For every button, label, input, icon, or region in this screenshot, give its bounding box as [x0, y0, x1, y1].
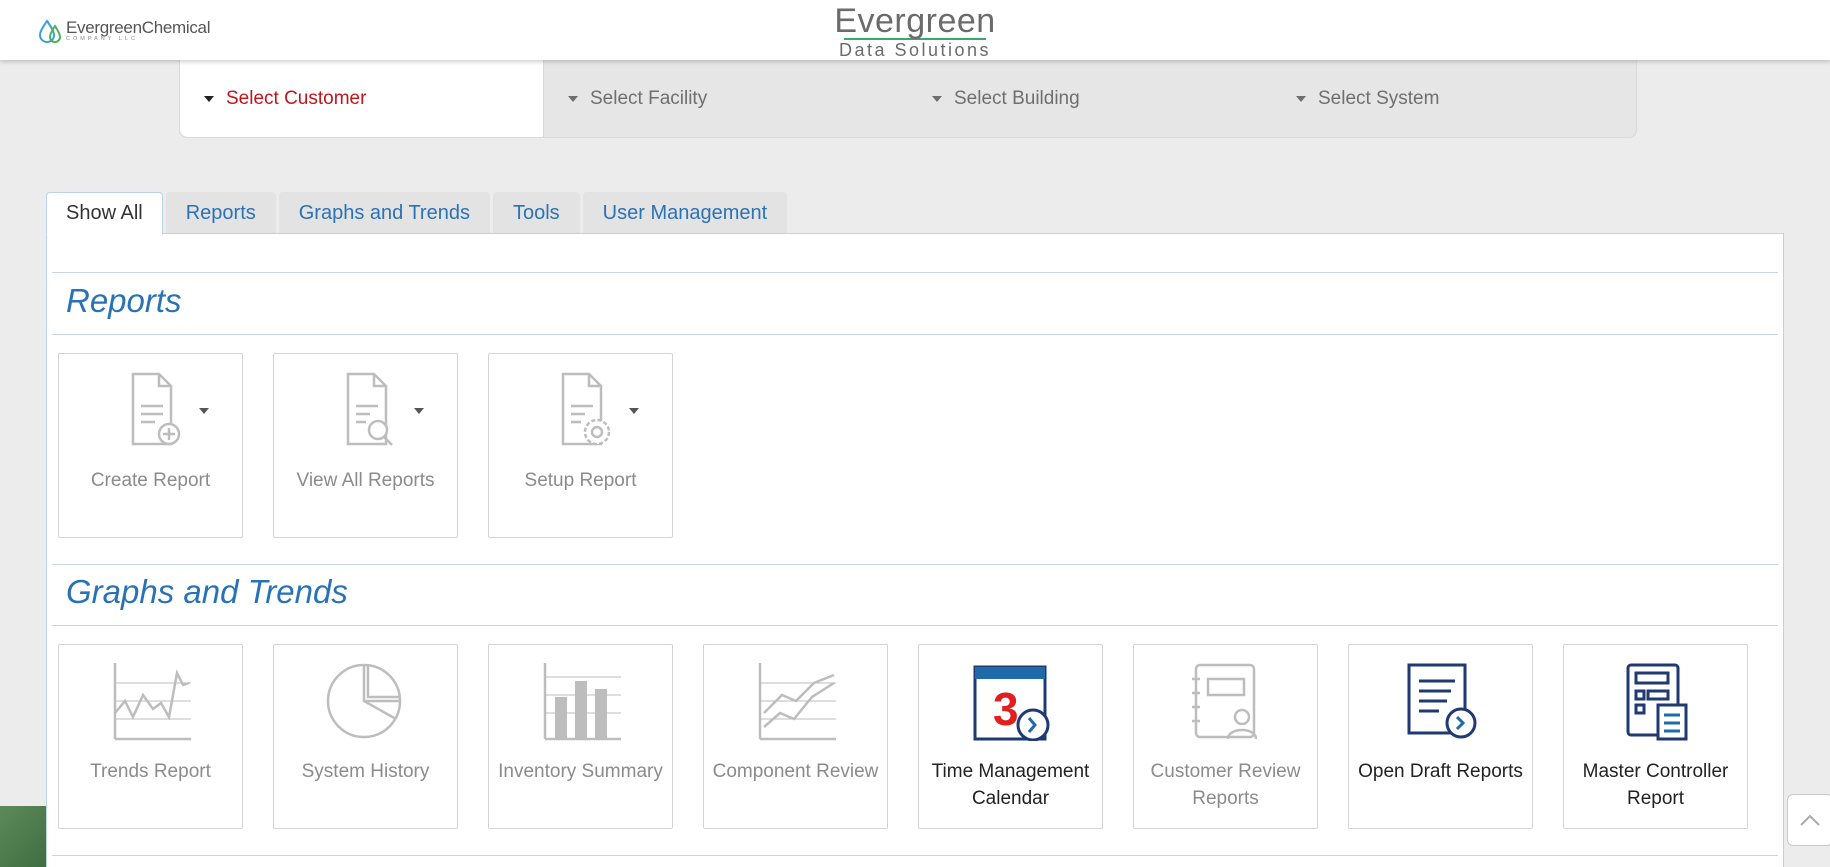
card-label: Time Management Calendar — [931, 761, 1090, 809]
card-label: View All Reports — [296, 470, 435, 491]
section-divider — [52, 334, 1778, 335]
draft-report-icon — [1407, 663, 1476, 739]
tab-graphs-and-trends[interactable]: Graphs and Trends — [278, 192, 490, 234]
evergreen-chemical-logo[interactable]: EvergreenChemical COMPANY LLC — [38, 18, 211, 44]
reports-section-title: Reports — [66, 282, 182, 319]
section-divider — [52, 855, 1778, 856]
view-reports-icon — [346, 372, 393, 446]
droplet-logo-icon — [38, 19, 62, 43]
select-building-label: Select Building — [954, 87, 1080, 109]
category-tabs: Show All Reports Graphs and Trends Tools… — [46, 192, 790, 235]
select-customer-label: Select Customer — [226, 87, 367, 109]
section-divider — [52, 272, 1778, 273]
evergreen-data-solutions-logo[interactable]: Evergreen Data Solutions — [832, 4, 998, 60]
brand-name: EvergreenChemical — [66, 18, 211, 38]
customer-review-icon — [1191, 663, 1257, 740]
card-label: Open Draft Reports — [1358, 761, 1523, 782]
setup-report-icon — [561, 372, 610, 446]
multi-line-chart-icon — [758, 663, 836, 741]
select-facility-dropdown[interactable]: Select Facility — [544, 60, 908, 137]
tab-user-management[interactable]: User Management — [582, 192, 788, 234]
calendar-icon: 3 — [973, 665, 1049, 741]
pie-chart-icon — [326, 663, 401, 739]
select-facility-label: Select Facility — [590, 87, 708, 109]
tab-reports[interactable]: Reports — [165, 192, 276, 234]
graphs-section-title: Graphs and Trends — [66, 573, 348, 610]
card-label: Component Review — [712, 761, 879, 782]
system-history-card[interactable]: System History — [273, 644, 458, 829]
time-management-calendar-card[interactable]: 3 Time Management Calendar — [918, 644, 1103, 829]
tab-content-panel: Reports Create Report View All Reports S… — [46, 233, 1784, 867]
scroll-to-top-button[interactable] — [1787, 794, 1830, 846]
top-header: EvergreenChemical COMPANY LLC Evergreen … — [0, 0, 1830, 60]
create-report-card[interactable]: Create Report — [58, 353, 243, 538]
dropdown-caret-icon[interactable] — [199, 408, 209, 414]
bar-chart-icon — [543, 663, 621, 741]
chevron-up-icon — [1800, 814, 1820, 826]
caret-down-icon — [204, 95, 214, 102]
context-selector-bar: Select Customer Select Facility Select B… — [179, 60, 1637, 138]
caret-down-icon — [932, 95, 942, 102]
card-label: Trends Report — [90, 761, 211, 782]
dropdown-caret-icon[interactable] — [414, 408, 424, 414]
section-divider — [52, 564, 1778, 565]
line-chart-icon — [113, 663, 191, 741]
select-system-dropdown[interactable]: Select System — [1272, 60, 1636, 137]
caret-down-icon — [1296, 95, 1306, 102]
brand-subtitle: COMPANY LLC — [66, 36, 138, 43]
view-all-reports-card[interactable]: View All Reports — [273, 353, 458, 538]
controller-report-icon — [1626, 663, 1687, 741]
select-customer-dropdown[interactable]: Select Customer — [180, 60, 544, 137]
open-draft-reports-card[interactable]: Open Draft Reports — [1348, 644, 1533, 829]
tab-tools[interactable]: Tools — [492, 192, 580, 234]
dropdown-caret-icon[interactable] — [629, 408, 639, 414]
setup-report-card[interactable]: Setup Report — [488, 353, 673, 538]
create-report-icon — [131, 372, 180, 446]
logo-line1: Evergreen — [834, 2, 996, 40]
component-review-card[interactable]: Component Review — [703, 644, 888, 829]
calendar-number: 3 — [993, 683, 1019, 735]
select-building-dropdown[interactable]: Select Building — [908, 60, 1272, 137]
master-controller-report-card[interactable]: Master Controller Report — [1563, 644, 1748, 829]
section-divider — [52, 625, 1778, 626]
select-system-label: Select System — [1318, 87, 1440, 109]
inventory-summary-card[interactable]: Inventory Summary — [488, 644, 673, 829]
card-label: Create Report — [90, 470, 211, 491]
caret-down-icon — [568, 95, 578, 102]
trends-report-card[interactable]: Trends Report — [58, 644, 243, 829]
tab-show-all[interactable]: Show All — [46, 192, 163, 235]
card-label: Master Controller Report — [1582, 761, 1729, 809]
card-label: Inventory Summary — [498, 761, 663, 782]
background-image-strip — [0, 806, 46, 867]
card-label: Customer Review Reports — [1150, 761, 1301, 809]
customer-review-reports-card[interactable]: Customer Review Reports — [1133, 644, 1318, 829]
logo-line2: Data Solutions — [838, 40, 992, 60]
card-label: System History — [301, 761, 430, 782]
card-label: Setup Report — [524, 470, 637, 491]
